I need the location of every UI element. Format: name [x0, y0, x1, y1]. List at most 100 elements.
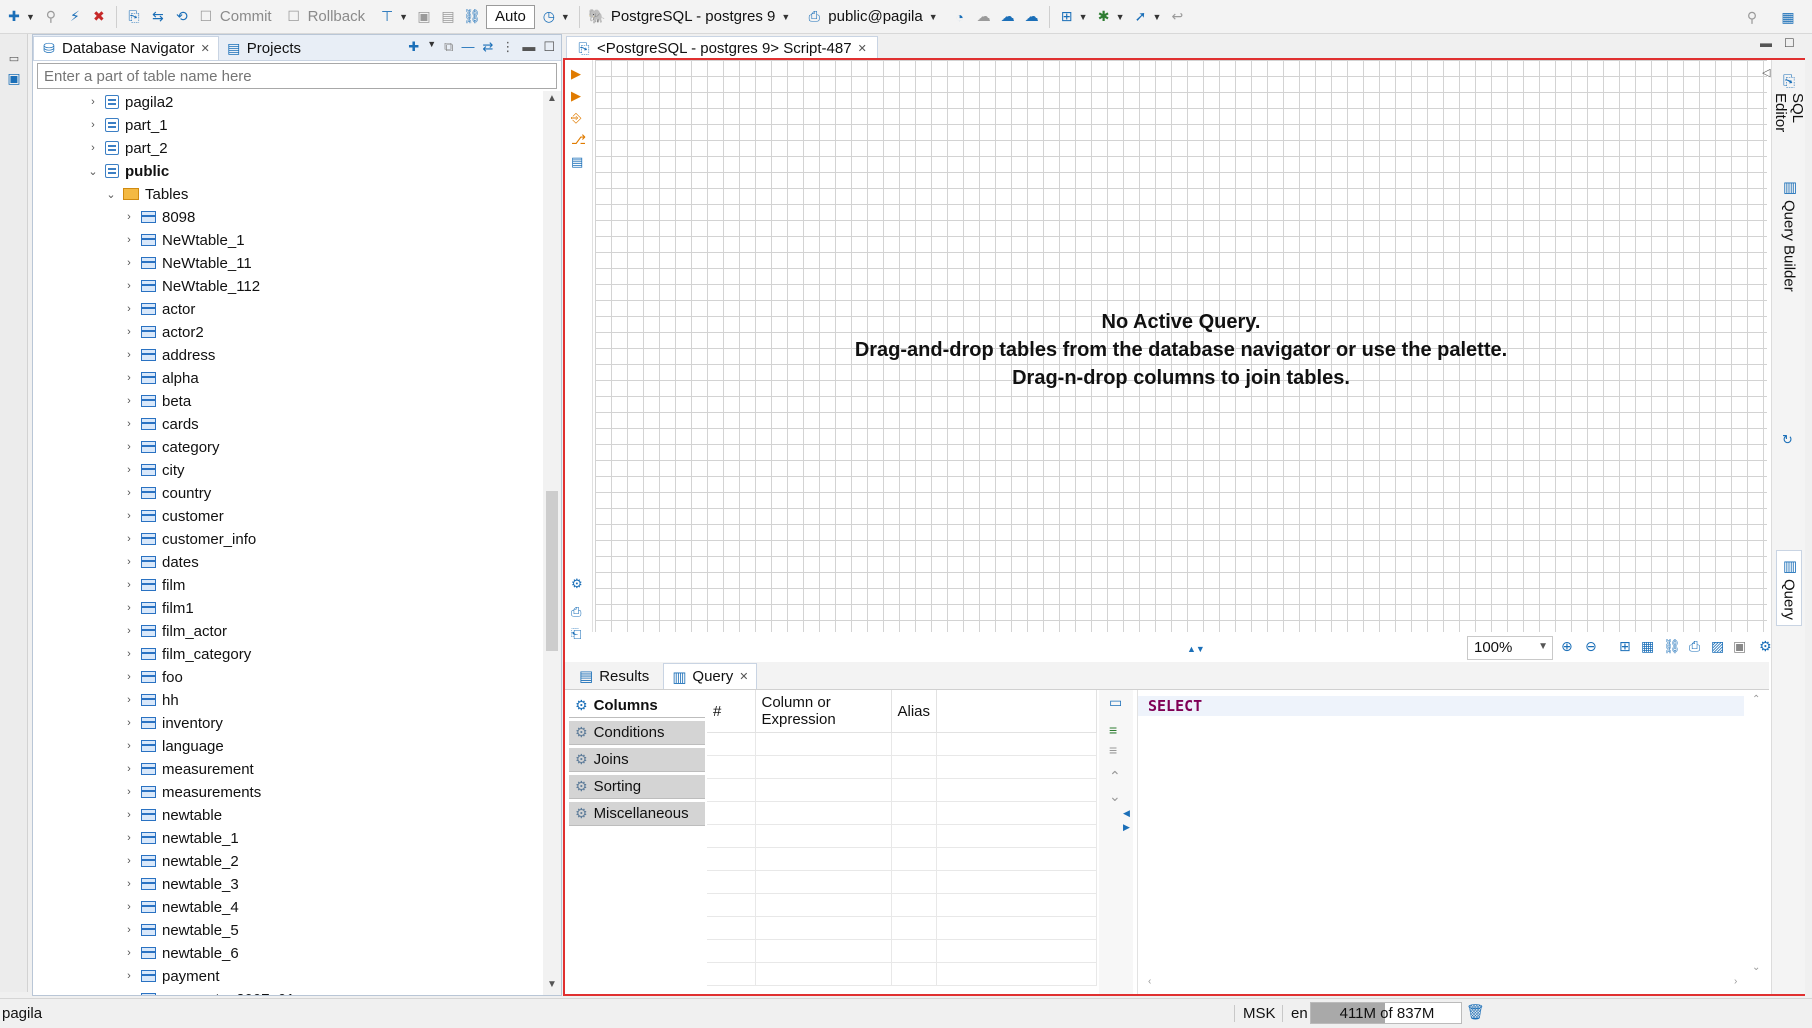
tree-item-table[interactable]: ›dates [123, 551, 199, 573]
table-cell[interactable] [937, 779, 1097, 802]
table-cell[interactable] [707, 963, 755, 986]
collapse-icon[interactable]: ◁ [1762, 66, 1770, 79]
table-cell[interactable] [891, 848, 937, 871]
active-connection-selector[interactable]: PostgreSQL - postgres 9 [611, 8, 776, 25]
table-cell[interactable] [937, 917, 1097, 940]
execute-script-icon[interactable]: ▶ [571, 88, 581, 104]
link-with-editor-icon[interactable]: ⇄ [482, 39, 493, 55]
layout-icon[interactable]: ⊞ [1619, 638, 1631, 655]
tree-item-table[interactable]: ›NeWtable_112 [123, 275, 260, 297]
tree-item-table[interactable]: ›inventory [123, 712, 223, 734]
chevron-right-icon[interactable]: › [123, 648, 135, 660]
table-row[interactable] [707, 940, 1097, 963]
tree-item-schema[interactable]: ›part_2 [87, 137, 168, 159]
refresh-icon[interactable]: ↻ [1782, 432, 1793, 448]
zoom-combo[interactable]: 100% ▼ [1467, 636, 1553, 660]
table-cell[interactable] [755, 894, 891, 917]
status-timezone[interactable]: MSK [1234, 1005, 1276, 1022]
table-cell[interactable] [707, 802, 755, 825]
table-cell[interactable] [891, 963, 937, 986]
table-cell[interactable] [937, 848, 1097, 871]
tree-item-table[interactable]: ›measurements [123, 781, 261, 803]
navigator-view-icon[interactable]: ▣ [4, 68, 24, 88]
restore-icon[interactable]: ▭ [4, 48, 24, 68]
transaction-log-dropdown-icon[interactable]: ▼ [399, 12, 408, 22]
transaction-log-icon[interactable]: ⊤ [377, 7, 397, 27]
table-cell[interactable] [937, 871, 1097, 894]
chevron-right-icon[interactable]: › [123, 855, 135, 867]
chevron-right-icon[interactable]: › [123, 970, 135, 982]
launch-dropdown-icon[interactable]: ▼ [1153, 12, 1162, 22]
table-cell[interactable] [891, 871, 937, 894]
collapse-all-icon[interactable]: — [461, 39, 474, 55]
collapse-left-icon[interactable]: ◀ [1123, 808, 1130, 819]
tree-item-table[interactable]: ›newtable_3 [123, 873, 239, 895]
navigator-scrollbar[interactable]: ▲ ▼ [543, 91, 561, 995]
chevron-right-icon[interactable]: › [123, 464, 135, 476]
tree-item-table[interactable]: ›payment_p2007_01 [123, 988, 295, 995]
settings-icon[interactable]: ⚙ [1759, 638, 1772, 655]
link-icon[interactable]: ⛓ [462, 7, 482, 27]
chevron-right-icon[interactable]: › [123, 786, 135, 798]
tree-item-table[interactable]: ›measurement [123, 758, 254, 780]
tree-item-table[interactable]: ›film [123, 574, 185, 596]
table-cell[interactable] [755, 825, 891, 848]
tree-item-table[interactable]: ›address [123, 344, 215, 366]
scroll-up-icon[interactable]: ▲ [547, 93, 557, 104]
tree-item-table[interactable]: ›payment [123, 965, 220, 987]
table-row[interactable] [707, 894, 1097, 917]
chevron-down-icon[interactable]: ⌄ [105, 188, 117, 201]
debug-icon[interactable]: ✱ [1094, 7, 1114, 27]
table-cell[interactable] [707, 848, 755, 871]
table-cell[interactable] [755, 871, 891, 894]
execute-new-tab-icon[interactable]: ⎆ [571, 110, 581, 126]
table-cell[interactable] [937, 825, 1097, 848]
chevron-right-icon[interactable]: › [87, 142, 99, 154]
remove-column-icon[interactable]: ≡ [1109, 742, 1117, 758]
search-icon[interactable]: ⚲ [1742, 7, 1762, 27]
tree-item-table[interactable]: ›newtable_2 [123, 850, 239, 872]
chevron-right-icon[interactable]: › [123, 947, 135, 959]
table-cell[interactable] [755, 940, 891, 963]
connect-icon[interactable]: ⚡ [65, 7, 85, 27]
settings-icon[interactable]: ⚙ [571, 576, 583, 592]
table-cell[interactable] [937, 802, 1097, 825]
export-icon[interactable]: ▤ [438, 7, 458, 27]
chevron-right-icon[interactable]: › [123, 878, 135, 890]
debug-dropdown-icon[interactable]: ▼ [1116, 12, 1125, 22]
sql-preview-pane[interactable]: SELECT ⌃ ⌄ ‹ › [1137, 690, 1769, 994]
tree-item-schema[interactable]: ⌄public [87, 160, 169, 182]
chevron-right-icon[interactable]: › [123, 326, 135, 338]
tree-item-table[interactable]: ›customer [123, 505, 224, 527]
cloud-icon[interactable]: ☁ [974, 7, 994, 27]
launch-icon[interactable]: ➚ [1131, 7, 1151, 27]
view-menu-icon[interactable]: ⋮ [501, 39, 514, 55]
table-row[interactable] [707, 963, 1097, 986]
table-cell[interactable] [891, 779, 937, 802]
table-name-filter-input[interactable] [37, 63, 557, 89]
table-cell[interactable] [755, 733, 891, 756]
chevron-right-icon[interactable]: › [123, 717, 135, 729]
new-connection-dropdown-icon[interactable]: ▼ [26, 12, 35, 22]
chevron-right-icon[interactable]: › [123, 234, 135, 246]
chevron-right-icon[interactable]: › [123, 602, 135, 614]
tree-item-table[interactable]: ›country [123, 482, 211, 504]
tree-item-table[interactable]: ›newtable_1 [123, 827, 239, 849]
chevron-right-icon[interactable]: › [123, 832, 135, 844]
section-joins[interactable]: ⚙Joins [569, 748, 705, 772]
tree-item-table[interactable]: ›film_actor [123, 620, 227, 642]
table-row[interactable] [707, 848, 1097, 871]
cloud-refresh-icon[interactable]: ☁ [1022, 7, 1042, 27]
history-dropdown-icon[interactable]: ▼ [561, 12, 570, 22]
tree-item-schema[interactable]: ›part_1 [87, 114, 168, 136]
table-cell[interactable] [707, 733, 755, 756]
section-conditions[interactable]: ⚙Conditions [569, 721, 705, 745]
chevron-right-icon[interactable]: › [123, 510, 135, 522]
table-cell[interactable] [707, 779, 755, 802]
move-up-icon[interactable]: ⌃ [1109, 768, 1121, 785]
tree-item-table[interactable]: ›alpha [123, 367, 199, 389]
grid-icon[interactable]: ▦ [1641, 638, 1654, 655]
schema-dropdown-icon[interactable]: ▼ [929, 12, 938, 22]
expand-right-icon[interactable]: ▶ [1123, 822, 1130, 833]
rollback-mode-icon[interactable]: ⟲ [172, 7, 192, 27]
